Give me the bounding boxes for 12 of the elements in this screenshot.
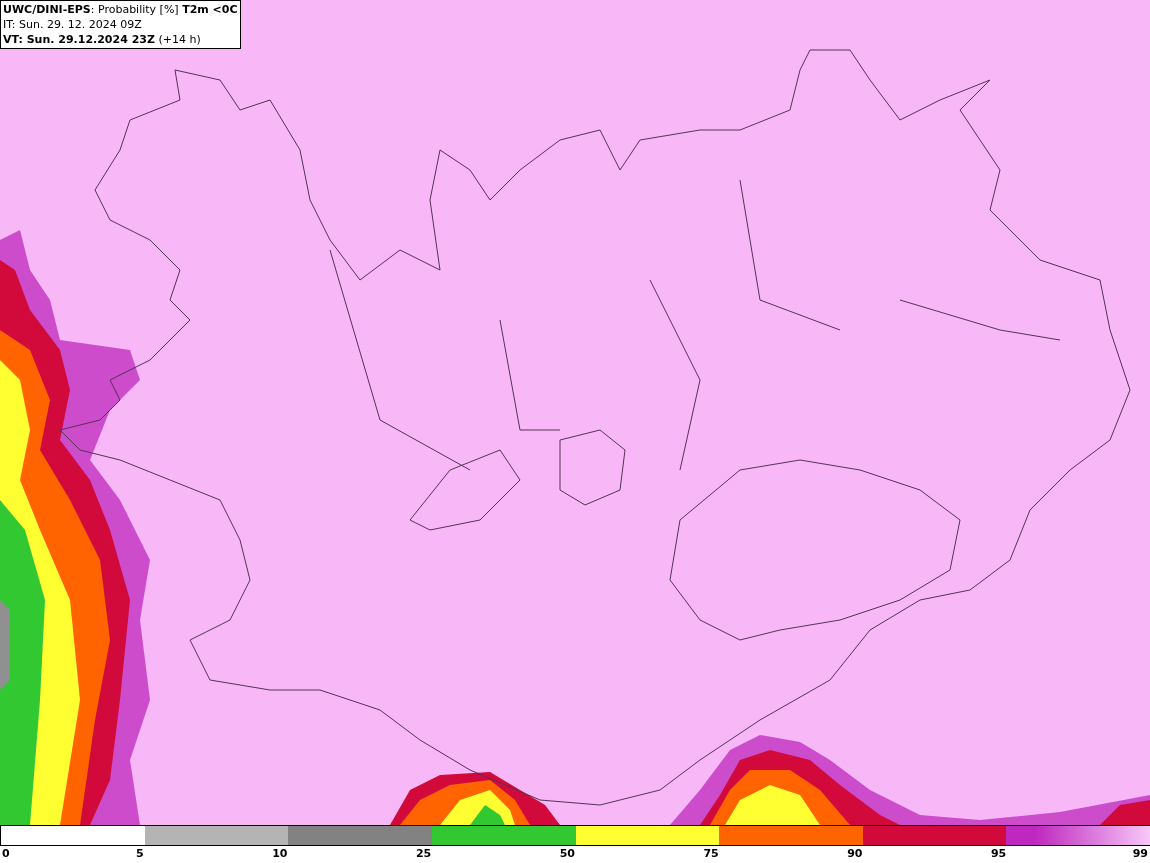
title-line: IT: Sun. 29. 12. 2024 09Z bbox=[3, 17, 143, 32]
legend-label: 5 bbox=[136, 846, 144, 861]
legend-label: 90 bbox=[847, 846, 863, 861]
legend-label: 99 bbox=[1132, 846, 1148, 861]
legend-label: 95 bbox=[990, 846, 1007, 861]
title-line: UWC/DINI-EPS: Probability [%] T2m <0C bbox=[3, 2, 238, 17]
legend-label: 10 bbox=[272, 846, 288, 861]
title-line: VT: Sun. 29.12.2024 23Z (+14 h) bbox=[3, 32, 202, 47]
legend-label: 50 bbox=[559, 846, 575, 861]
legend-label: 75 bbox=[703, 846, 719, 861]
legend-label: 25 bbox=[415, 846, 432, 861]
legend-label: 0 bbox=[2, 846, 10, 861]
